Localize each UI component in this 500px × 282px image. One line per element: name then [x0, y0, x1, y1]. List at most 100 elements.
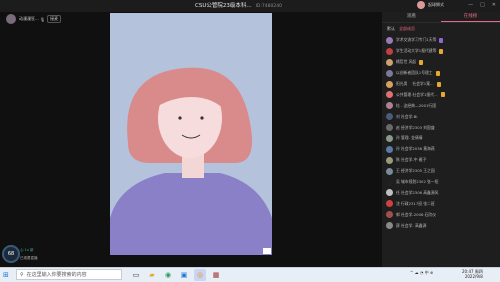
- member-filter[interactable]: 默认 全部成员: [382, 23, 500, 35]
- member-row[interactable]: 以创新者团队1号理工: [386, 68, 496, 79]
- member-row[interactable]: 阳光男 社会学1案...: [386, 79, 496, 90]
- user-avatar: [417, 1, 425, 9]
- taskbar-app-icon[interactable]: ▦: [210, 269, 222, 281]
- level-badge-icon: [435, 70, 440, 76]
- member-avatar: [386, 134, 393, 142]
- member-name: 王 经济学2305 王之园: [396, 168, 435, 174]
- user-menu[interactable]: 起球狮式: [417, 1, 444, 9]
- member-row[interactable]: 孙 社会学2036 黄海燕: [386, 144, 496, 155]
- member-row[interactable]: 桂 - 这经典—2001行国: [386, 100, 496, 111]
- level-badge-icon: [436, 81, 441, 87]
- member-row[interactable]: 吴 城市规划2302 张一阳: [386, 177, 496, 188]
- search-placeholder: 在这里输入你要搜索的内容: [26, 272, 87, 278]
- clock[interactable]: 20:47 周四 2022/9/8: [462, 269, 483, 279]
- viewer-count-badge: 68: [2, 245, 20, 263]
- member-avatar: [386, 124, 393, 132]
- mic-icon: 🎙: [40, 16, 46, 22]
- member-row[interactable]: 学术交流学习专门1天等: [386, 35, 496, 46]
- window-title: CSU公管院23级本科... ID:7480240: [195, 1, 282, 9]
- level-badge-icon: [439, 37, 444, 43]
- member-row[interactable]: 刘 社会学-Bi: [386, 111, 496, 122]
- member-avatar: [386, 189, 393, 197]
- windows-start-icon[interactable]: ⊞: [3, 271, 11, 279]
- member-row[interactable]: 任 社会学2306 高鑫源风: [386, 187, 496, 198]
- member-row[interactable]: 沈 行政2317班 张二班: [386, 198, 496, 209]
- taskbar-app-icon[interactable]: ▭: [130, 269, 142, 281]
- member-row[interactable]: 赵 经济学2303 刘国盛: [386, 122, 496, 133]
- tab-viewers[interactable]: 观看: [382, 12, 441, 22]
- member-name: 橘哲世 风起: [396, 59, 417, 65]
- member-row[interactable]: 孙 管理- 金倩倩: [386, 133, 496, 144]
- member-name: 任 社会学2306 高鑫源风: [396, 189, 439, 195]
- member-avatar: [386, 156, 393, 164]
- taskbar-app-icon[interactable]: ▰: [146, 269, 158, 281]
- host-name: 动漫漫狂...: [19, 16, 39, 21]
- member-row[interactable]: 学生活动大学1报代建等: [386, 46, 496, 57]
- host-avatar: [6, 14, 16, 24]
- audience-panel: 观看 在线榜 默认 全部成员 学术交流学习专门1天等学生活动大学1报代建等 橘哲世…: [382, 12, 500, 267]
- filter-label: 默认: [387, 26, 395, 31]
- room-title: CSU公管院23级本科...: [195, 3, 252, 9]
- member-row[interactable]: 王 经济学2305 王之园: [386, 166, 496, 177]
- member-name: 学生活动大学1报代建等: [396, 48, 437, 54]
- taskbar-app-icon[interactable]: ▣: [178, 269, 190, 281]
- level-badge-icon: [440, 92, 445, 98]
- member-row[interactable]: 薛 社会学- 高鑫源: [386, 220, 496, 231]
- stats-line-1: 心 1x 新: [20, 248, 34, 252]
- taskbar-search[interactable]: ⚲ 在这里输入你要搜索的内容: [16, 269, 122, 280]
- member-name: 刘 社会学-Bi: [396, 113, 418, 119]
- mic-label: 接麦: [47, 15, 62, 23]
- member-avatar: [386, 178, 393, 186]
- title-bar: CSU公管院23级本科... ID:7480240 起球狮式 — □ ✕: [0, 0, 500, 12]
- taskbar: ⊞ ⚲ 在这里输入你要搜索的内容 ▭ ▰ ◉ ▣ ◎ ▦ ^ ☁ ◔ 中 ⊕ 20:47 …: [0, 267, 500, 282]
- member-avatar: [386, 222, 393, 230]
- member-name: 薛 社会学- 高鑫源: [396, 222, 427, 228]
- member-avatar: [386, 58, 393, 66]
- filter-selected[interactable]: 全部成员: [399, 26, 415, 32]
- member-name: 赵 经济学2303 刘国盛: [396, 124, 435, 130]
- member-name: 桂 - 这经典—2001行国: [396, 102, 437, 108]
- camera-corner: [263, 248, 271, 254]
- member-row[interactable]: 公共管理-社会学1报代...: [386, 89, 496, 100]
- level-badge-icon: [419, 59, 424, 65]
- member-name: 阳光男 社会学1案...: [396, 81, 434, 86]
- window-controls: — □ ✕: [468, 2, 496, 8]
- member-name: 吴 城市规划2302 张一阳: [396, 179, 439, 185]
- viewer-stats: 68 心 1x 新 已观看直播: [2, 245, 38, 263]
- taskbar-app-icon[interactable]: ◎: [194, 269, 206, 281]
- member-name: 郭 社会学-2006 石欣仪: [396, 211, 437, 217]
- member-avatar: [386, 91, 393, 99]
- member-avatar: [386, 167, 393, 175]
- host-info[interactable]: 动漫漫狂...: [6, 14, 39, 24]
- clock-date: 2022/9/8: [464, 274, 483, 279]
- search-icon: ⚲: [20, 271, 24, 278]
- member-row[interactable]: 陈 社会学-中 雁子: [386, 155, 496, 166]
- video-stage: [110, 13, 272, 255]
- user-name: 起球狮式: [428, 2, 444, 7]
- system-tray[interactable]: ^ ☁ ◔ 中 ⊕: [410, 270, 433, 276]
- member-name: 公共管理-社会学1报代...: [396, 91, 438, 97]
- member-avatar: [386, 47, 393, 55]
- member-name: 沈 行政2317班 张二班: [396, 200, 435, 206]
- panel-tabs: 观看 在线榜: [382, 12, 500, 23]
- member-name: 孙 管理- 金倩倩: [396, 135, 423, 141]
- member-name: 以创新者团队1号理工: [396, 70, 433, 76]
- member-name: 陈 社会学-中 雁子: [396, 157, 427, 163]
- tab-online-rank[interactable]: 在线榜: [441, 12, 500, 22]
- member-avatar: [386, 36, 393, 44]
- room-id: ID:7480240: [255, 4, 282, 9]
- close-button[interactable]: ✕: [492, 2, 496, 8]
- member-avatar: [386, 69, 393, 77]
- member-row[interactable]: 橘哲世 风起: [386, 57, 496, 68]
- member-avatar: [386, 200, 393, 208]
- member-row[interactable]: 郭 社会学-2006 石欣仪: [386, 209, 496, 220]
- taskbar-app-icon[interactable]: ◉: [162, 269, 174, 281]
- maximize-button[interactable]: □: [480, 2, 485, 8]
- stats-line-2: 已观看直播: [20, 256, 38, 260]
- member-avatar: [386, 145, 393, 153]
- avatar-illustration: [110, 13, 272, 255]
- level-badge-icon: [439, 48, 444, 54]
- minimize-button[interactable]: —: [468, 2, 473, 8]
- mic-button[interactable]: 🎙 接麦: [40, 15, 62, 23]
- taskbar-apps: ▭ ▰ ◉ ▣ ◎ ▦: [130, 269, 222, 281]
